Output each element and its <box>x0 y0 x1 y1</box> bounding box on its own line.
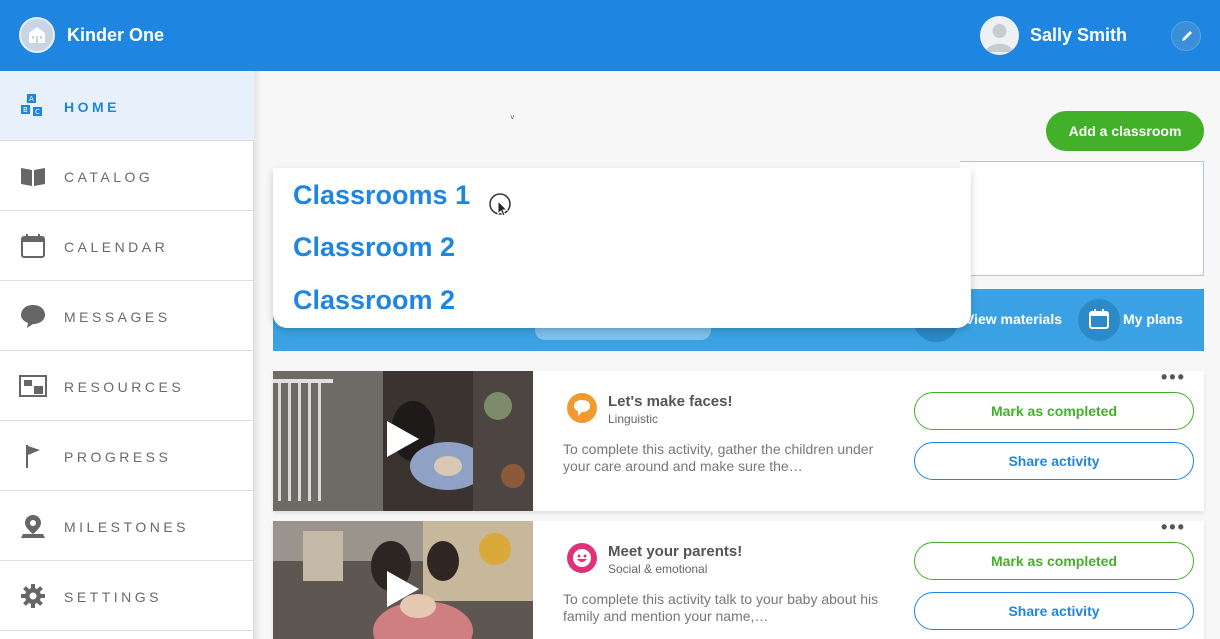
resources-icon <box>19 375 47 397</box>
user-avatar[interactable] <box>980 16 1019 55</box>
dropdown-item-classroom[interactable]: Classroom 2 <box>293 232 455 263</box>
mouse-cursor-icon <box>489 193 511 217</box>
classroom-dropdown: Classrooms 1 Classroom 2 Classroom 2 <box>273 168 971 328</box>
svg-text:B: B <box>23 106 28 114</box>
activity-category: Linguistic <box>608 412 659 426</box>
more-options-icon[interactable]: ••• <box>1161 367 1186 388</box>
edit-pencil-icon[interactable] <box>1171 21 1201 51</box>
activity-card: Let's make faces! Linguistic To complete… <box>273 367 1204 511</box>
classroom-panel <box>960 161 1204 276</box>
top-bar: Kinder One Sally Smith <box>0 0 1220 71</box>
activity-video-thumbnail[interactable] <box>273 521 533 639</box>
activity-category: Social & emotional <box>608 562 708 576</box>
svg-text:A: A <box>29 95 34 103</box>
sidebar-item-milestones[interactable]: MILESTONES <box>0 491 254 561</box>
smiley-face-icon <box>567 543 597 573</box>
gear-icon <box>21 584 45 608</box>
sidebar-divider <box>254 71 262 639</box>
activity-description: To complete this activity talk to your b… <box>563 591 879 624</box>
flag-icon <box>26 445 40 468</box>
chat-bubble-icon <box>21 305 45 328</box>
sidebar-item-progress[interactable]: PROGRESS <box>0 421 254 491</box>
sidebar-item-label: SETTINGS <box>64 589 163 605</box>
book-icon <box>21 168 45 186</box>
play-icon[interactable] <box>385 419 421 459</box>
my-plans-calendar-icon[interactable] <box>1078 299 1120 341</box>
share-activity-button[interactable]: Share activity <box>914 592 1194 630</box>
play-icon[interactable] <box>385 569 421 609</box>
add-classroom-button[interactable]: Add a classroom <box>1046 111 1204 151</box>
sidebar-item-label: RESOURCES <box>64 379 185 395</box>
sidebar-item-catalog[interactable]: CATALOG <box>0 141 254 211</box>
app-title: Kinder One <box>67 25 165 45</box>
sidebar-item-label: HOME <box>64 99 120 115</box>
more-options-icon[interactable]: ••• <box>1161 517 1186 538</box>
activity-video-thumbnail[interactable] <box>273 371 533 511</box>
sidebar-item-home[interactable]: A B C HOME <box>0 71 254 141</box>
dropdown-item-classroom[interactable]: Classroom 2 <box>293 285 455 316</box>
sidebar-item-calendar[interactable]: CALENDAR <box>0 211 254 281</box>
sidebar-item-resources[interactable]: RESOURCES <box>0 351 254 421</box>
view-materials-label: View materials <box>964 311 1062 327</box>
sidebar: A B C HOME CATALOG CALENDAR MESSAGES RES… <box>0 71 254 639</box>
dropdown-caret-icon: ˅ <box>510 113 515 122</box>
speech-bubble-icon <box>567 393 597 423</box>
dropdown-item-classroom[interactable]: Classrooms 1 <box>293 180 470 211</box>
sidebar-item-label: CALENDAR <box>64 239 169 255</box>
sidebar-item-label: CATALOG <box>64 169 154 185</box>
sidebar-item-label: MILESTONES <box>64 519 189 535</box>
calendar-icon <box>21 234 45 258</box>
my-plans-link[interactable]: My plans <box>1123 311 1183 327</box>
activity-description: To complete this activity, gather the ch… <box>563 441 874 474</box>
sidebar-item-messages[interactable]: MESSAGES <box>0 281 254 351</box>
sidebar-item-label: MESSAGES <box>64 309 171 325</box>
map-pin-icon <box>21 515 45 538</box>
activity-title: Let's make faces! <box>608 393 733 410</box>
abc-blocks-icon: A B C <box>21 94 42 116</box>
activity-card: Meet your parents! Social & emotional To… <box>273 517 1204 639</box>
sidebar-item-label: PROGRESS <box>64 449 172 465</box>
user-name[interactable]: Sally Smith <box>1030 25 1127 46</box>
mark-completed-button[interactable]: Mark as completed <box>914 392 1194 430</box>
share-activity-button[interactable]: Share activity <box>914 442 1194 480</box>
activity-title: Meet your parents! <box>608 543 743 560</box>
svg-text:C: C <box>35 108 40 116</box>
school-logo-icon[interactable] <box>19 17 55 53</box>
mark-completed-button[interactable]: Mark as completed <box>914 542 1194 580</box>
sidebar-item-settings[interactable]: SETTINGS <box>0 561 254 631</box>
